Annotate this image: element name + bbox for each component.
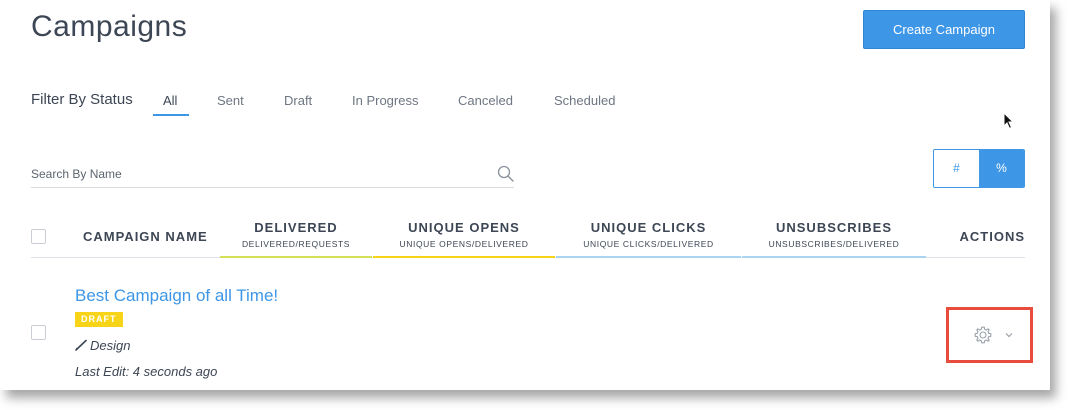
filter-tab-canceled[interactable]: Canceled — [458, 93, 513, 108]
pencil-icon — [75, 339, 87, 351]
mouse-cursor-icon — [1003, 112, 1015, 130]
unique-clicks-accent-line — [556, 256, 741, 258]
search-input[interactable] — [31, 164, 481, 184]
column-header-campaign-name[interactable]: CAMPAIGN NAME — [75, 229, 215, 244]
gear-icon[interactable] — [973, 325, 993, 345]
column-header-label: CAMPAIGN NAME — [83, 229, 208, 244]
unique-opens-accent-line — [373, 256, 555, 258]
column-header-label: DELIVERED — [254, 220, 338, 235]
unsubscribes-accent-line — [742, 256, 926, 258]
column-header-delivered[interactable]: DELIVERED DELIVERED/REQUESTS — [220, 220, 372, 249]
toggle-count-button[interactable]: # — [934, 150, 979, 187]
column-header-unsubscribes[interactable]: UNSUBSCRIBES UNSUBSCRIBES/DELIVERED — [742, 220, 926, 249]
column-header-label: ACTIONS — [959, 229, 1025, 244]
campaigns-page: Campaigns Create Campaign Filter By Stat… — [0, 0, 1050, 390]
column-header-actions: ACTIONS — [945, 229, 1025, 244]
column-header-unique-opens[interactable]: UNIQUE OPENS UNIQUE OPENS/DELIVERED — [373, 220, 555, 249]
delivered-accent-line — [220, 256, 372, 258]
status-badge: DRAFT — [75, 312, 123, 327]
filter-tab-draft[interactable]: Draft — [284, 93, 312, 108]
filter-by-status-label: Filter By Status — [31, 91, 133, 108]
page-title: Campaigns — [31, 10, 188, 43]
design-link[interactable]: Design — [75, 338, 130, 353]
row-select-checkbox[interactable] — [31, 325, 46, 340]
chevron-down-icon[interactable] — [1005, 332, 1013, 338]
column-header-sublabel: UNIQUE OPENS/DELIVERED — [399, 239, 529, 249]
column-header-sublabel: UNIQUE CLICKS/DELIVERED — [583, 239, 714, 249]
last-edit-timestamp: Last Edit: 4 seconds ago — [75, 364, 218, 379]
campaign-name-link[interactable]: Best Campaign of all Time! — [75, 286, 278, 306]
create-campaign-button[interactable]: Create Campaign — [863, 10, 1025, 49]
column-header-label: UNSUBSCRIBES — [775, 220, 892, 235]
active-filter-indicator — [153, 114, 189, 116]
search-icon[interactable] — [497, 165, 514, 182]
filter-tab-all[interactable]: All — [163, 93, 177, 108]
column-header-label: UNIQUE CLICKS — [590, 220, 707, 235]
column-header-sublabel: UNSUBSCRIBES/DELIVERED — [768, 239, 900, 249]
search-bar — [31, 160, 514, 188]
design-link-label: Design — [90, 338, 131, 353]
count-percent-toggle: # % — [933, 149, 1025, 188]
column-header-label: UNIQUE OPENS — [408, 220, 520, 235]
select-all-checkbox[interactable] — [31, 229, 46, 244]
filter-tab-scheduled[interactable]: Scheduled — [554, 93, 615, 108]
toggle-percent-button[interactable]: % — [979, 150, 1024, 187]
filter-tab-sent[interactable]: Sent — [217, 93, 244, 108]
column-header-unique-clicks[interactable]: UNIQUE CLICKS UNIQUE CLICKS/DELIVERED — [556, 220, 741, 249]
column-header-sublabel: DELIVERED/REQUESTS — [241, 239, 351, 249]
filter-tab-in-progress[interactable]: In Progress — [352, 93, 418, 108]
